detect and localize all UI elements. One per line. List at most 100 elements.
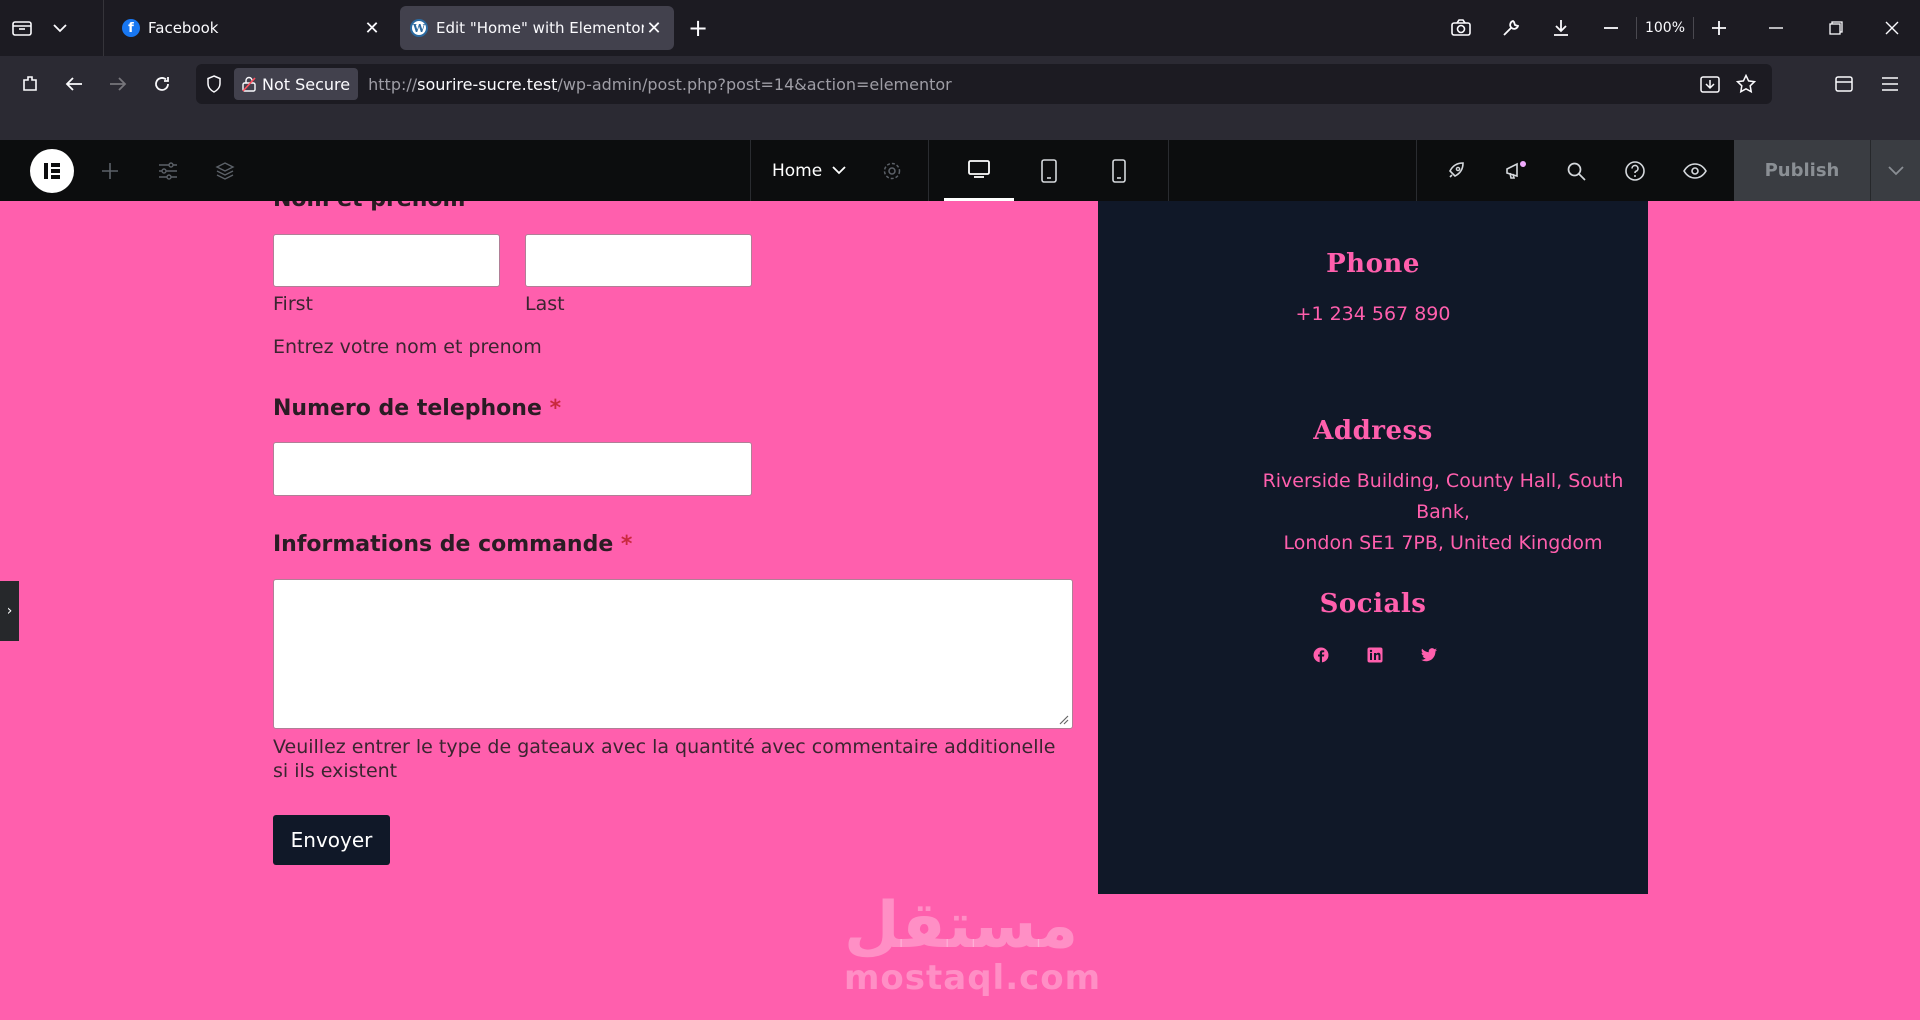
address-line-2: London SE1 7PB, United Kingdom bbox=[1283, 532, 1603, 554]
firefox-view-icon[interactable] bbox=[12, 19, 32, 37]
close-tab-icon[interactable]: ✕ bbox=[362, 18, 382, 39]
desktop-view-icon[interactable] bbox=[944, 140, 1014, 201]
shield-icon[interactable] bbox=[206, 75, 222, 93]
reload-icon[interactable] bbox=[140, 64, 184, 104]
phone-value: +1 234 567 890 bbox=[1295, 303, 1451, 325]
editor-canvas: Nom et prenom * First Last Entrez votre … bbox=[0, 201, 1920, 1020]
phone-heading: Phone bbox=[1326, 249, 1420, 279]
svg-text:W: W bbox=[412, 22, 426, 35]
resize-handle-icon[interactable] bbox=[1057, 713, 1069, 725]
browser-nav-bar: Not Secure http://sourire-sucre.test/wp-… bbox=[0, 56, 1920, 112]
elementor-logo-icon[interactable] bbox=[30, 149, 74, 193]
phone-input[interactable] bbox=[273, 442, 752, 496]
watermark-latin: mostaql.com bbox=[844, 958, 1102, 998]
tab-title: Edit "Home" with Elementor bbox=[436, 19, 644, 37]
close-tab-icon[interactable]: ✕ bbox=[644, 18, 664, 39]
menu-icon[interactable] bbox=[1868, 64, 1912, 104]
tab-controls bbox=[0, 0, 104, 56]
site-settings-sliders-icon[interactable] bbox=[140, 140, 196, 201]
separator bbox=[750, 140, 751, 201]
required-mark: * bbox=[473, 201, 485, 212]
minimize-window-icon[interactable] bbox=[1744, 0, 1808, 56]
linkedin-icon[interactable] bbox=[1367, 647, 1383, 663]
watermark-arabic: مستقل bbox=[844, 889, 1079, 963]
browser-toolbar-right: 100% bbox=[1436, 0, 1920, 56]
zoom-level[interactable]: 100% bbox=[1635, 17, 1694, 39]
preview-eye-icon[interactable] bbox=[1667, 140, 1723, 201]
back-icon[interactable] bbox=[52, 64, 96, 104]
twitter-icon[interactable] bbox=[1421, 647, 1437, 663]
restore-window-icon[interactable] bbox=[1808, 0, 1864, 56]
url-prefix: http:// bbox=[368, 74, 418, 94]
first-name-input[interactable] bbox=[273, 234, 500, 287]
elementor-top-bar: Home Publish bbox=[0, 140, 1920, 201]
chevron-down-icon bbox=[832, 166, 846, 175]
forward-icon[interactable] bbox=[96, 64, 140, 104]
new-tab-button[interactable]: + bbox=[688, 14, 708, 42]
help-icon[interactable] bbox=[1607, 140, 1663, 201]
browser-tab-bar: f Facebook ✕ W Edit "Home" with Elemento… bbox=[0, 0, 1920, 56]
zoom-out-icon[interactable] bbox=[1586, 0, 1636, 56]
screenshot-icon[interactable] bbox=[1436, 0, 1486, 56]
download-icon[interactable] bbox=[1536, 0, 1586, 56]
notifications-megaphone-icon[interactable] bbox=[1488, 140, 1544, 201]
phone-label-text: Numero de telephone bbox=[273, 396, 542, 421]
address-line-1: Riverside Building, County Hall, South B… bbox=[1262, 470, 1624, 523]
finder-search-icon[interactable] bbox=[1548, 140, 1604, 201]
first-sublabel: First bbox=[273, 293, 313, 315]
publish-options-chevron-icon[interactable] bbox=[1870, 140, 1920, 201]
tab-elementor[interactable]: W Edit "Home" with Elementor ✕ bbox=[400, 6, 674, 50]
list-tabs-chevron-icon[interactable] bbox=[52, 23, 68, 33]
socials-heading: Socials bbox=[1319, 589, 1427, 619]
security-indicator[interactable]: Not Secure bbox=[234, 68, 359, 100]
watermark: مستقل mostaql.com bbox=[844, 889, 1102, 998]
mobile-view-icon[interactable] bbox=[1084, 140, 1154, 201]
order-label-text: Informations de commande bbox=[273, 532, 614, 557]
address-text: Riverside Building, County Hall, South B… bbox=[1238, 466, 1648, 559]
tablet-view-icon[interactable] bbox=[1014, 140, 1084, 201]
sidebar-icon[interactable] bbox=[1822, 64, 1866, 104]
address-heading: Address bbox=[1313, 416, 1433, 446]
order-description: Veuillez entrer le type de gateaux avec … bbox=[273, 736, 1056, 782]
required-mark: * bbox=[620, 532, 633, 557]
install-app-icon[interactable] bbox=[1700, 74, 1720, 94]
name-field-label: Nom et prenom * bbox=[273, 201, 485, 212]
tab-title: Facebook bbox=[148, 19, 219, 37]
zoom-in-icon[interactable] bbox=[1694, 0, 1744, 56]
structure-layers-icon[interactable] bbox=[197, 140, 253, 201]
contact-info-panel: Phone +1 234 567 890 Address Riverside B… bbox=[1098, 201, 1648, 894]
phone-field-label: Numero de telephone * bbox=[273, 396, 561, 421]
extensions-icon[interactable] bbox=[8, 64, 52, 104]
page-settings-gear-icon[interactable] bbox=[864, 140, 920, 201]
separator bbox=[1168, 140, 1169, 201]
name-label-text: Nom et prenom bbox=[273, 201, 465, 212]
submit-button[interactable]: Envoyer bbox=[273, 815, 390, 865]
social-links bbox=[1098, 647, 1648, 663]
broken-lock-icon bbox=[242, 76, 256, 92]
separator bbox=[1416, 140, 1417, 201]
facebook-favicon-icon: f bbox=[122, 19, 140, 37]
show-panel-chevron-icon[interactable]: › bbox=[0, 581, 19, 641]
separator bbox=[928, 140, 929, 201]
site-launch-rocket-icon[interactable] bbox=[1428, 140, 1484, 201]
bookmark-star-icon[interactable] bbox=[1736, 74, 1756, 94]
wrench-icon[interactable] bbox=[1486, 0, 1536, 56]
wordpress-favicon-icon: W bbox=[410, 19, 428, 37]
page-name: Home bbox=[772, 160, 823, 181]
url-bar[interactable]: Not Secure http://sourire-sucre.test/wp-… bbox=[196, 64, 1772, 104]
last-name-input[interactable] bbox=[525, 234, 752, 287]
name-description: Entrez votre nom et prenom bbox=[273, 336, 542, 358]
url-text[interactable]: http://sourire-sucre.test/wp-admin/post.… bbox=[368, 75, 952, 94]
url-path: /wp-admin/post.php?post=14&action=elemen… bbox=[557, 74, 952, 94]
last-sublabel: Last bbox=[525, 293, 565, 315]
url-host: sourire-sucre.test bbox=[417, 74, 558, 94]
order-textarea[interactable] bbox=[273, 579, 1073, 729]
page-selector[interactable]: Home bbox=[772, 140, 846, 201]
browser-toolbar-spacer bbox=[0, 112, 1920, 140]
required-mark: * bbox=[549, 396, 562, 421]
facebook-icon[interactable] bbox=[1313, 647, 1329, 663]
add-element-icon[interactable] bbox=[82, 140, 138, 201]
tab-facebook[interactable]: f Facebook ✕ bbox=[112, 6, 392, 50]
publish-button[interactable]: Publish bbox=[1734, 140, 1870, 201]
close-window-icon[interactable] bbox=[1864, 0, 1920, 56]
